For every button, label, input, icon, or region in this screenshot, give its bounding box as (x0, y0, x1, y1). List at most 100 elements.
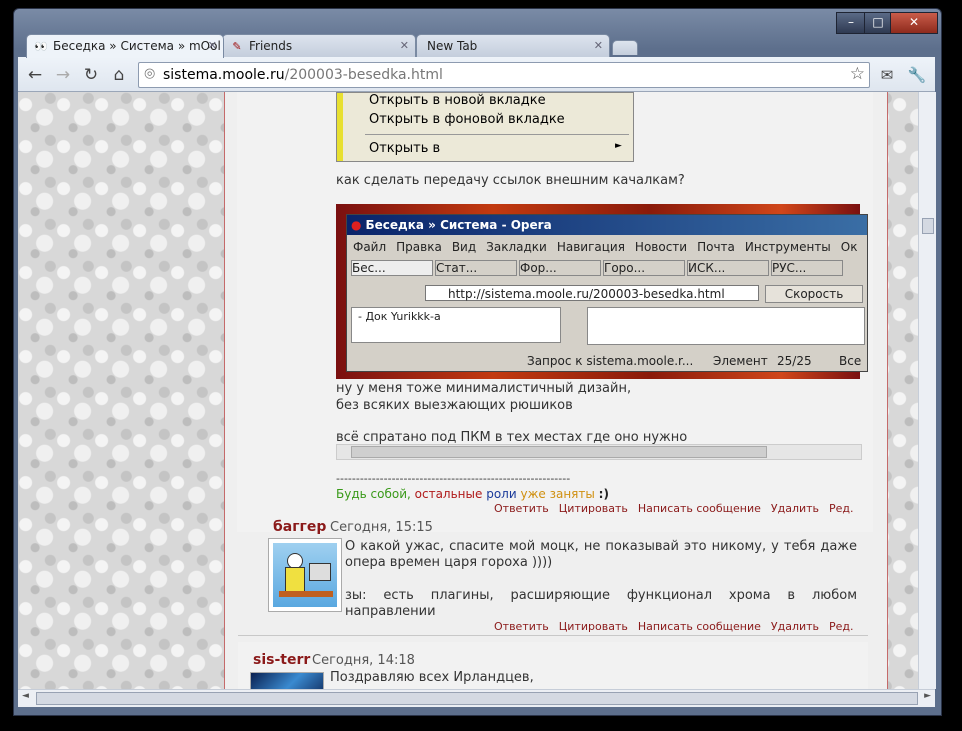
delete-link[interactable]: Удалить (771, 502, 819, 515)
opera-status-request: Запрос к sistema.moole.r... (527, 354, 694, 368)
edit-link[interactable]: Ред. (829, 502, 854, 515)
avatar[interactable] (250, 672, 324, 689)
opera-menu-item: Почта (697, 240, 735, 254)
opera-tab: Стат... (435, 260, 517, 276)
wrench-icon[interactable]: 🔧 (906, 64, 928, 86)
context-menu-screenshot: Открыть в новой вкладке Открыть в фоново… (336, 92, 634, 162)
vertical-scrollbar-thumb[interactable] (922, 218, 934, 234)
post-author[interactable]: баггер (273, 519, 326, 535)
opera-statusbar: Запрос к sistema.moole.r... Элемент 25/2… (347, 351, 867, 371)
menu-divider (365, 134, 629, 135)
avatar-monitor (309, 563, 331, 581)
post-2-text: зы: есть плагины, расширяющие функционал… (345, 588, 857, 619)
opera-menu-item: Закладки (486, 240, 547, 254)
reload-icon[interactable]: ↻ (80, 64, 102, 86)
opera-menubar: Файл Правка Вид Закладки Навигация Новости Поч… (353, 240, 857, 254)
post-date: Сегодня, 15:15 (330, 520, 433, 535)
opera-menu-item: Инструменты (744, 240, 831, 254)
opera-tab: Бес... (351, 260, 433, 276)
post-text-line: ну у меня тоже минималистичный дизайн, (336, 381, 632, 396)
opera-tab: ИСК... (687, 260, 769, 276)
opera-tabbar: Бес... Стат... Фор... Горо... ИСК... РУС... (351, 260, 843, 276)
opera-tab: Горо... (603, 260, 685, 276)
tab-close-icon[interactable]: ✕ (400, 35, 409, 57)
signature-part: Будь собой, (336, 487, 411, 501)
opera-menu-item: Новости (634, 240, 688, 254)
maximize-button[interactable]: □ (864, 12, 892, 34)
opera-logo-icon: ● (351, 218, 362, 232)
opera-status-element: Элемент (713, 354, 768, 368)
new-tab-button[interactable] (612, 40, 638, 55)
close-button[interactable]: ✕ (890, 12, 938, 34)
opera-title: Беседка » Система - Opera (365, 218, 552, 232)
signature-part: остальные (414, 487, 483, 501)
message-link[interactable]: Написать сообщение (638, 620, 761, 633)
back-icon[interactable]: ← (24, 64, 46, 86)
question-text: как сделать передачу ссылок внешним кача… (336, 173, 685, 188)
quote-link[interactable]: Цитировать (559, 502, 628, 515)
post-3-text: Поздравляю всех Ирландцев, (330, 670, 534, 685)
code-scrollbar[interactable] (336, 444, 862, 460)
forward-icon[interactable]: → (52, 64, 74, 86)
opera-menu-item: Навигация (556, 240, 625, 254)
tab-label: Friends (249, 39, 293, 53)
post-divider (238, 635, 868, 636)
avatar-image (273, 543, 337, 607)
page-content: Открыть в новой вкладке Открыть в фоново… (18, 92, 918, 689)
reply-link[interactable]: Ответить (494, 502, 549, 515)
edit-link[interactable]: Ред. (829, 620, 854, 633)
opera-tab: Фор... (519, 260, 601, 276)
eyes-icon: 👀 (34, 40, 48, 53)
minimize-button[interactable]: – (836, 12, 866, 34)
opera-menu-item: Правка (396, 240, 442, 254)
horizontal-scrollbar[interactable]: ◄ ► (18, 689, 935, 707)
scroll-right-icon[interactable]: ► (924, 691, 931, 701)
tab-new-tab[interactable]: New Tab ✕ (416, 34, 610, 57)
menu-item-open-in: Открыть в (369, 141, 441, 156)
opera-menu-item: Файл (353, 240, 387, 254)
post-date: Сегодня, 14:18 (312, 653, 415, 668)
horizontal-scrollbar-thumb[interactable] (36, 692, 918, 705)
opera-menu-item: Ок (840, 240, 858, 254)
avatar-desk (279, 591, 333, 597)
home-icon[interactable]: ⌂ (108, 64, 130, 86)
opera-speed-button: Скорость (765, 285, 863, 303)
tab-label: New Tab (427, 39, 478, 53)
signature-part: :) (598, 487, 609, 501)
menu-item-open-new-tab: Открыть в новой вкладке (369, 93, 546, 108)
opera-tab: РУС... (771, 260, 843, 276)
tab-close-icon[interactable]: ✕ (208, 35, 217, 57)
menu-highlight (337, 93, 343, 161)
tab-label: Беседка » Система » mOol (53, 39, 221, 53)
opera-page-area (587, 307, 865, 345)
opera-titlebar: ● Беседка » Система - Opera (347, 215, 867, 235)
avatar-figure-body (285, 567, 305, 593)
vertical-scrollbar[interactable] (918, 92, 936, 689)
post-author[interactable]: sis-terr (253, 652, 310, 668)
address-bar[interactable]: ◎ sistema.moole.ru/200003-besedka.html ☆ (138, 62, 870, 88)
code-scrollbar-thumb[interactable] (351, 446, 767, 458)
post-1-actions: Ответить Цитировать Написать сообщение Удал… (494, 501, 854, 516)
opera-status-all: Все (839, 354, 862, 368)
delete-link[interactable]: Удалить (771, 620, 819, 633)
opera-window: ● Беседка » Система - Opera Файл Правка Вид… (346, 214, 868, 372)
post-2-text: О какой ужас, спасите мой моцк, не показ… (345, 539, 857, 570)
quote-link[interactable]: Цитировать (559, 620, 628, 633)
opera-panel: - Док Yurikkk-a (351, 307, 561, 343)
tab-besedka[interactable]: 👀 Беседка » Система » mOol ✕ (26, 34, 224, 58)
tab-friends[interactable]: ✎ Friends ✕ (222, 34, 416, 57)
opera-status-count: 25/25 (777, 354, 812, 368)
tab-close-icon[interactable]: ✕ (594, 35, 603, 57)
scroll-left-icon[interactable]: ◄ (22, 691, 29, 701)
opera-address-field: http://sistema.moole.ru/200003-besedka.h… (425, 285, 759, 301)
menu-item-open-background-tab: Открыть в фоновой вкладке (369, 112, 565, 127)
post-2-actions: Ответить Цитировать Написать сообщение Удал… (494, 619, 854, 634)
star-icon[interactable]: ☆ (850, 64, 865, 84)
message-link[interactable]: Написать сообщение (638, 502, 761, 515)
signature-part: уже заняты (520, 487, 595, 501)
avatar[interactable] (268, 538, 342, 612)
signature-part: роли (486, 487, 517, 501)
pencil-icon: ✎ (232, 40, 242, 53)
page-menu-icon[interactable]: ✉ (876, 64, 898, 86)
reply-link[interactable]: Ответить (494, 620, 549, 633)
